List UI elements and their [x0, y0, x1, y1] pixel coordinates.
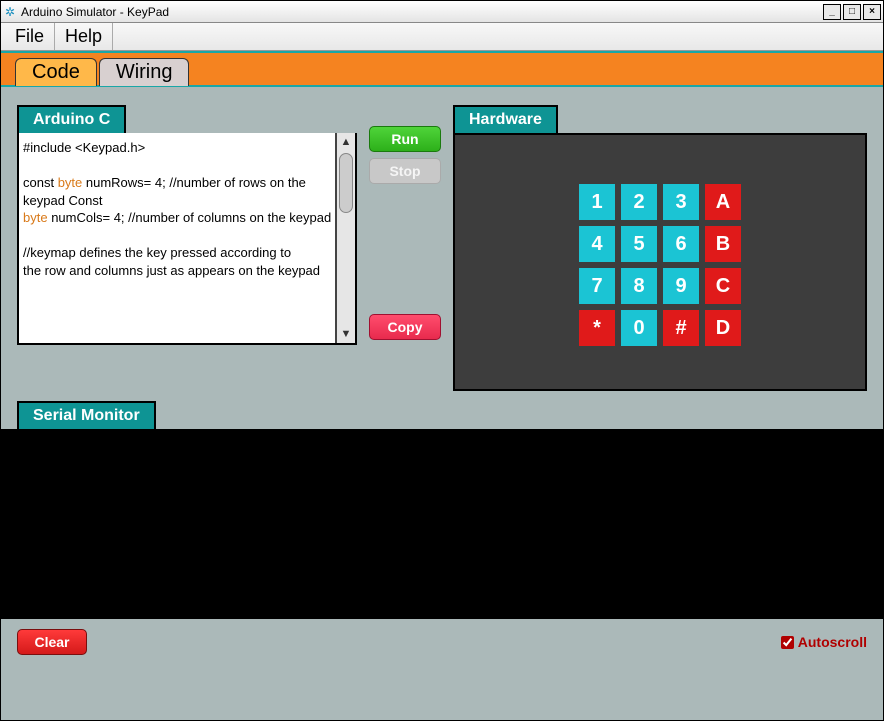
maximize-button[interactable]: □	[843, 4, 861, 20]
titlebar: ✲ Arduino Simulator - KeyPad _ □ ×	[1, 1, 883, 23]
code-line: const byte numRows= 4; //number of rows …	[23, 174, 333, 209]
key-b[interactable]: B	[705, 226, 741, 262]
key-1[interactable]: 1	[579, 184, 615, 220]
key-7[interactable]: 7	[579, 268, 615, 304]
code-column: Arduino C #include <Keypad.h> const byte…	[17, 105, 357, 391]
key-4[interactable]: 4	[579, 226, 615, 262]
key-2[interactable]: 2	[621, 184, 657, 220]
code-line: #include <Keypad.h>	[23, 139, 333, 157]
key-c[interactable]: C	[705, 268, 741, 304]
key-9[interactable]: 9	[663, 268, 699, 304]
serial-section: Serial Monitor	[17, 401, 867, 619]
key-3[interactable]: 3	[663, 184, 699, 220]
tab-strip: Code Wiring	[1, 51, 883, 87]
close-button[interactable]: ×	[863, 4, 881, 20]
keyword: byte	[58, 175, 83, 190]
keyword: byte	[23, 210, 48, 225]
key-6[interactable]: 6	[663, 226, 699, 262]
action-buttons: Run Stop Copy	[369, 105, 441, 391]
key-d[interactable]: D	[705, 310, 741, 346]
keypad: 1 2 3 A 4 5 6 B 7 8 9 C * 0 #	[579, 184, 741, 346]
app-icon: ✲	[3, 5, 17, 19]
tab-code[interactable]: Code	[15, 58, 97, 86]
run-button[interactable]: Run	[369, 126, 441, 152]
autoscroll-label: Autoscroll	[798, 634, 867, 650]
key-8[interactable]: 8	[621, 268, 657, 304]
upper-row: Arduino C #include <Keypad.h> const byte…	[17, 105, 867, 391]
hardware-column: Hardware 1 2 3 A 4 5 6 B 7 8 9 C	[453, 105, 867, 391]
scroll-down-icon[interactable]: ▼	[337, 325, 355, 343]
copy-button[interactable]: Copy	[369, 314, 441, 340]
serial-monitor[interactable]	[1, 429, 883, 619]
code-line: //keymap defines the key pressed accordi…	[23, 244, 333, 262]
scroll-up-icon[interactable]: ▲	[337, 133, 355, 151]
stop-button: Stop	[369, 158, 441, 184]
content-area: Arduino C #include <Keypad.h> const byte…	[1, 87, 883, 720]
bottom-bar: Clear Autoscroll	[17, 629, 867, 663]
key-hash[interactable]: #	[663, 310, 699, 346]
clear-button[interactable]: Clear	[17, 629, 87, 655]
key-5[interactable]: 5	[621, 226, 657, 262]
key-a[interactable]: A	[705, 184, 741, 220]
app-window: ✲ Arduino Simulator - KeyPad _ □ × File …	[0, 0, 884, 721]
hardware-panel: 1 2 3 A 4 5 6 B 7 8 9 C * 0 #	[453, 133, 867, 391]
minimize-button[interactable]: _	[823, 4, 841, 20]
autoscroll-checkbox[interactable]	[781, 636, 794, 649]
tab-wiring[interactable]: Wiring	[99, 58, 190, 86]
scroll-thumb[interactable]	[339, 153, 353, 213]
serial-panel-label: Serial Monitor	[17, 401, 156, 429]
code-editor[interactable]: #include <Keypad.h> const byte numRows= …	[17, 133, 357, 345]
window-controls: _ □ ×	[823, 4, 881, 20]
menubar: File Help	[1, 23, 883, 51]
hardware-panel-label: Hardware	[453, 105, 558, 133]
key-star[interactable]: *	[579, 310, 615, 346]
key-0[interactable]: 0	[621, 310, 657, 346]
code-text[interactable]: #include <Keypad.h> const byte numRows= …	[19, 133, 335, 343]
scrollbar[interactable]: ▲ ▼	[335, 133, 355, 343]
code-panel-label: Arduino C	[17, 105, 126, 133]
menu-file[interactable]: File	[5, 23, 55, 50]
window-title: Arduino Simulator - KeyPad	[21, 5, 823, 19]
autoscroll-toggle[interactable]: Autoscroll	[781, 634, 867, 650]
code-line: the row and columns just as appears on t…	[23, 262, 333, 280]
menu-help[interactable]: Help	[55, 23, 113, 50]
code-line: byte numCols= 4; //number of columns on …	[23, 209, 333, 227]
